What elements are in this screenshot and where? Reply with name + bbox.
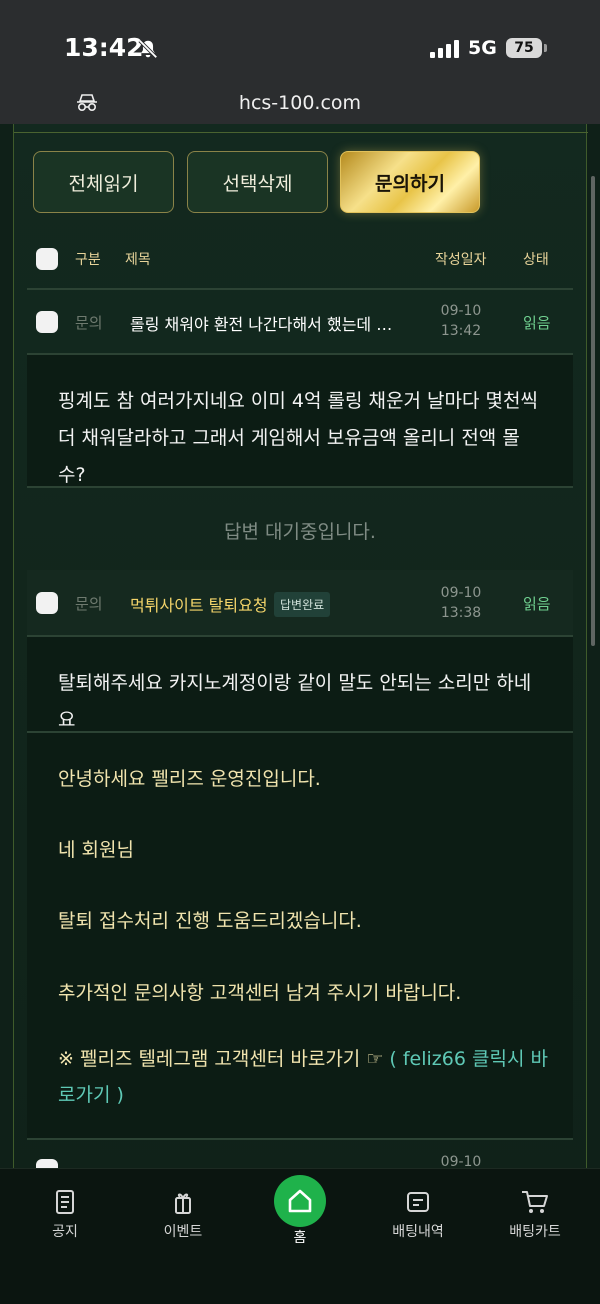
row-checkbox[interactable] xyxy=(36,1159,58,1168)
row-category: 문의 xyxy=(75,595,103,613)
answered-badge: 답변완료 xyxy=(274,592,331,617)
document-icon xyxy=(56,1190,74,1214)
cellular-signal-icon xyxy=(430,40,459,58)
bottom-navigation: 공지 이벤트 홈 배팅내역 배팅카트 xyxy=(0,1168,600,1304)
cart-icon xyxy=(522,1191,548,1213)
nav-notice[interactable]: 공지 xyxy=(20,1189,110,1241)
header-status: 상태 xyxy=(523,252,549,268)
header-date: 작성일자 xyxy=(435,252,487,268)
answer-line: 탈퇴 접수처리 진행 도움드리겠습니다. xyxy=(58,910,362,932)
question-text: 탈퇴해주세요 카지노계정이랑 같이 말도 안되는 소리만 하네요 xyxy=(58,672,532,731)
bell-slash-icon xyxy=(138,39,158,59)
answer-waiting: 답변 대기중입니다. xyxy=(224,521,376,543)
network-type: 5G xyxy=(468,37,497,59)
telegram-link-line: ※ 펠리즈 텔레그램 고객센터 바로가기 ☞ ( feliz66 클릭시 바로가… xyxy=(58,1048,548,1106)
header-category: 구분 xyxy=(75,252,101,268)
home-icon xyxy=(288,1189,312,1213)
row-datetime: 09-10 13:38 xyxy=(440,585,482,621)
row-category: 문의 xyxy=(75,314,103,332)
battery-icon: 75 xyxy=(506,38,547,58)
nav-home-label: 홈 xyxy=(293,1230,307,1246)
question-box: 탈퇴해주세요 카지노계정이랑 같이 말도 안되는 소리만 하네요 xyxy=(27,637,573,732)
scrollbar[interactable] xyxy=(591,176,595,646)
row-datetime: 09-10 13:42 xyxy=(440,303,482,339)
url-text[interactable]: hcs-100.com xyxy=(0,92,600,114)
status-bar: 13:42 5G 75 xyxy=(0,0,600,84)
row-status: 읽음 xyxy=(523,314,551,332)
row-checkbox[interactable] xyxy=(36,311,58,333)
answer-line: 추가적인 문의사항 고객센터 남겨 주시기 바랍니다. xyxy=(58,982,462,1004)
nav-bet-cart[interactable]: 배팅카트 xyxy=(490,1189,580,1241)
read-all-button[interactable]: 전체읽기 xyxy=(33,151,174,213)
nav-bet-history[interactable]: 배팅내역 xyxy=(373,1189,463,1241)
header-title: 제목 xyxy=(125,252,151,268)
status-time: 13:42 xyxy=(64,33,144,62)
row-title[interactable]: 먹튀사이트 탈퇴요청 xyxy=(130,592,268,616)
question-text: 핑계도 참 여러가지네요 이미 4억 롤링 채운거 날마다 몇천씩 더 채워달라… xyxy=(58,390,538,486)
row-datetime: 09-10 xyxy=(440,1154,482,1168)
select-all-checkbox[interactable] xyxy=(36,248,58,270)
gift-icon xyxy=(175,1193,191,1214)
receipt-icon xyxy=(407,1192,429,1212)
row-checkbox[interactable] xyxy=(36,592,58,614)
answer-line: 네 회원님 xyxy=(58,839,134,861)
row-title[interactable]: 롤링 채워야 환전 나간다해서 했는데 … xyxy=(130,311,392,335)
answer-line: 안녕하세요 펠리즈 운영진입니다. xyxy=(58,768,321,790)
question-box: 핑계도 참 여러가지네요 이미 4억 롤링 채운거 날마다 몇천씩 더 채워달라… xyxy=(27,355,573,487)
nav-event[interactable]: 이벤트 xyxy=(138,1189,228,1241)
page-content: 전체읽기 선택삭제 문의하기 구분 제목 작성일자 상태 문의 롤링 채워야 환… xyxy=(0,124,600,1168)
nav-home-button[interactable] xyxy=(274,1175,326,1227)
row-status: 읽음 xyxy=(523,595,551,613)
delete-selected-button[interactable]: 선택삭제 xyxy=(187,151,328,213)
browser-url-bar[interactable]: hcs-100.com xyxy=(0,84,600,124)
inquire-button[interactable]: 문의하기 xyxy=(340,151,480,213)
